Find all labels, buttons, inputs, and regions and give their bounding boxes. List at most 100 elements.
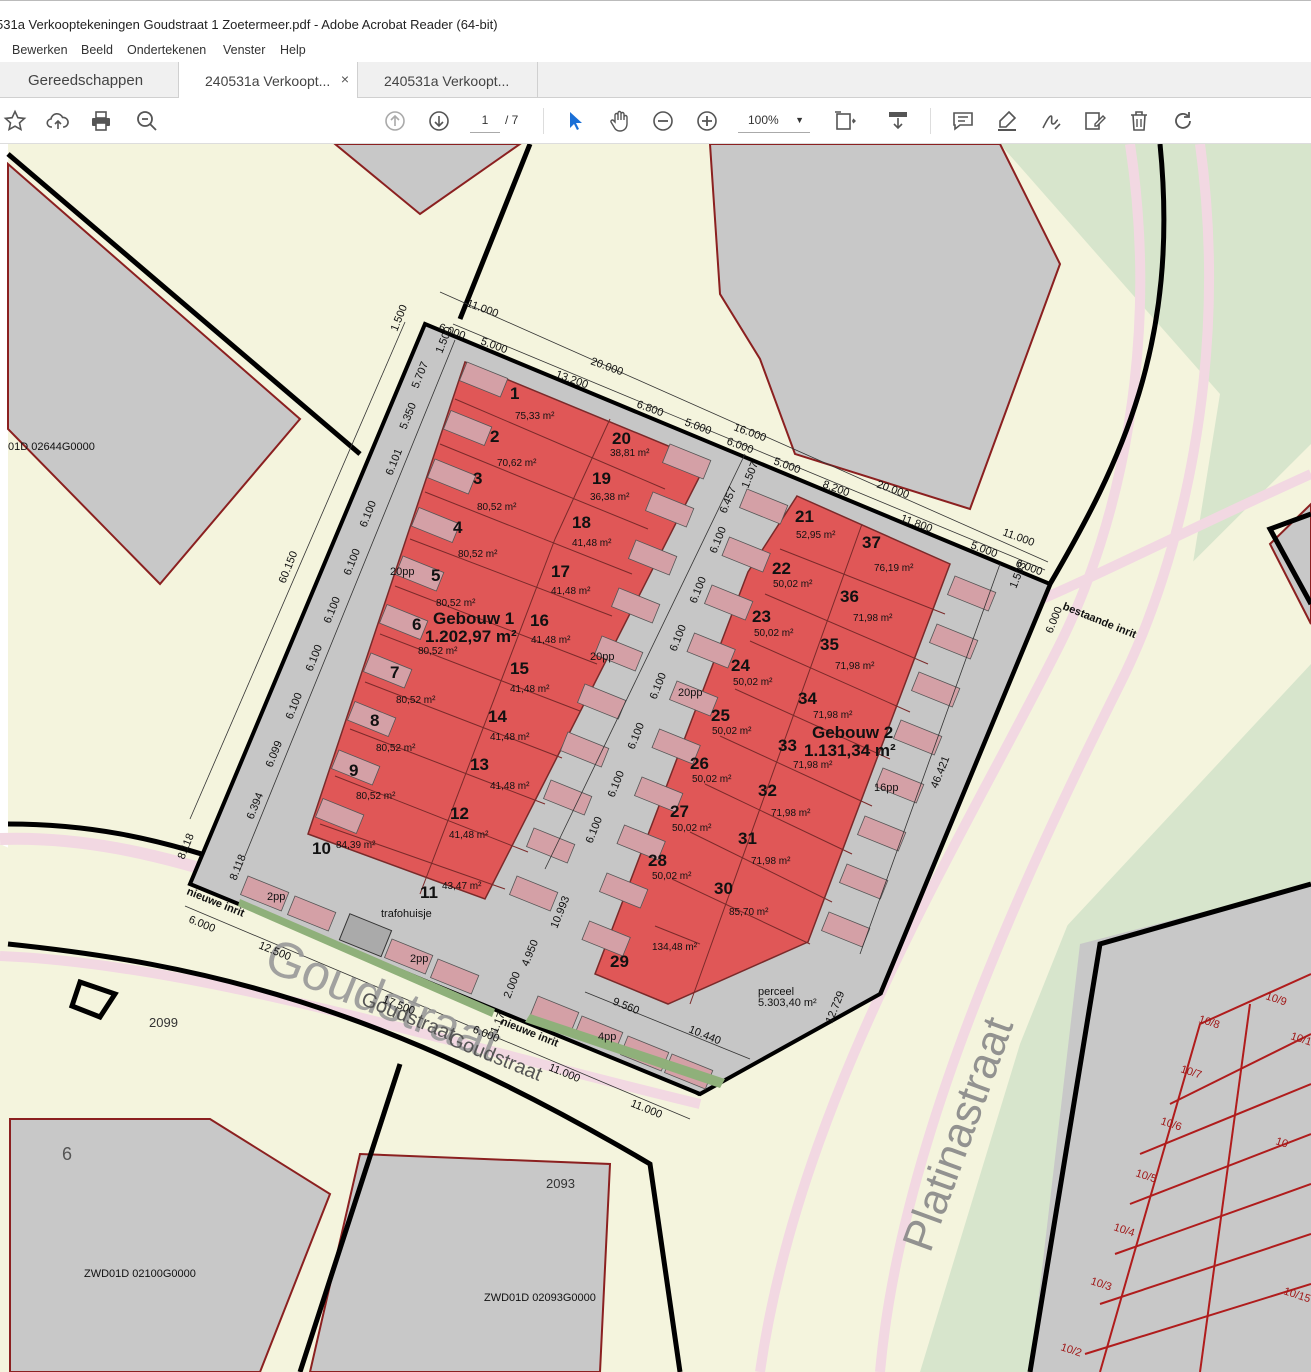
unit-area: 85,70 m²: [729, 907, 769, 918]
house-number: 2099: [149, 1015, 178, 1030]
search-icon[interactable]: [132, 106, 162, 136]
parking-count: 20pp: [390, 566, 414, 578]
unit-area: 80,52 m²: [356, 791, 396, 802]
zoom-in-icon[interactable]: [692, 106, 722, 136]
unit-area: 41,48 m²: [510, 684, 550, 695]
divider: [543, 108, 544, 134]
unit-area: 41,48 m²: [490, 732, 530, 743]
unit-number: 8: [370, 711, 379, 730]
unit-number: 36: [840, 587, 859, 606]
star-icon[interactable]: [0, 106, 30, 136]
unit-number: 32: [758, 781, 777, 800]
comment-icon[interactable]: [948, 106, 978, 136]
page-number-input[interactable]: 1: [470, 108, 500, 133]
chevron-down-icon: ▼: [795, 115, 804, 125]
building-name: Gebouw 2: [812, 723, 893, 742]
upload-cloud-icon[interactable]: [43, 106, 73, 136]
menu-ondertekenen[interactable]: Ondertekenen: [127, 43, 206, 57]
house-number: 2093: [546, 1176, 575, 1191]
unit-number: 21: [795, 507, 814, 526]
unit-number: 17: [551, 562, 570, 581]
unit-area: 41,48 m²: [551, 586, 591, 597]
menu-bewerken[interactable]: Bewerken: [12, 43, 68, 57]
unit-number: 5: [431, 566, 440, 585]
parcel-id: 01D 02644G0000: [8, 441, 95, 453]
zoom-value: 100%: [748, 113, 779, 127]
divider: [930, 108, 931, 134]
scroll-mode-icon[interactable]: [883, 106, 913, 136]
building-name: Gebouw 1: [433, 609, 514, 628]
unit-number: 34: [798, 689, 817, 708]
unit-number: 27: [670, 802, 689, 821]
unit-area: 80,52 m²: [418, 646, 458, 657]
unit-number: 12: [450, 804, 469, 823]
unit-area: 41,48 m²: [490, 781, 530, 792]
unit-number: 18: [572, 513, 591, 532]
unit-area: 41,48 m²: [572, 538, 612, 549]
unit-area: 36,38 m²: [590, 492, 630, 503]
rotate-icon[interactable]: [1168, 106, 1198, 136]
unit-area: 80,52 m²: [396, 695, 436, 706]
unit-area: 134,48 m²: [652, 942, 698, 953]
unit-area: 41,48 m²: [531, 635, 571, 646]
unit-number: 13: [470, 755, 489, 774]
unit-area: 38,81 m²: [610, 448, 650, 459]
perceel-area: 5.303,40 m²: [758, 997, 817, 1009]
menu-venster[interactable]: Venster: [223, 43, 265, 57]
delete-icon[interactable]: [1124, 106, 1154, 136]
tab-document-active[interactable]: 240531a Verkoopt... ×: [178, 62, 358, 99]
tab-document[interactable]: 240531a Verkoopt...: [358, 62, 538, 98]
unit-area: 70,62 m²: [497, 458, 537, 469]
unit-number: 23: [752, 607, 771, 626]
unit-number: 35: [820, 635, 839, 654]
highlight-icon[interactable]: [992, 106, 1022, 136]
zoom-out-icon[interactable]: [648, 106, 678, 136]
unit-number: 26: [690, 754, 709, 773]
zoom-select[interactable]: 100% ▼: [738, 108, 810, 133]
unit-number: 19: [592, 469, 611, 488]
unit-area: 50,02 m²: [692, 774, 732, 785]
unit-number: 7: [390, 663, 399, 682]
unit-number: 25: [711, 706, 730, 725]
unit-number: 15: [510, 659, 529, 678]
unit-number: 31: [738, 829, 757, 848]
edit-icon[interactable]: [1080, 106, 1110, 136]
parking-count: 2pp: [267, 891, 285, 903]
sign-icon[interactable]: [1036, 106, 1066, 136]
toolbar: 1 / 7 100% ▼: [0, 98, 1311, 144]
page-total: / 7: [505, 113, 519, 127]
unit-area: 52,95 m²: [796, 530, 836, 541]
window-titlebar: 531a Verkooptekeningen Goudstraat 1 Zoet…: [0, 0, 1311, 38]
unit-area: 71,98 m²: [751, 856, 791, 867]
unit-area: 80,52 m²: [376, 743, 416, 754]
parcel-id: ZWD01D 02093G0000: [484, 1292, 596, 1304]
unit-number: 28: [648, 851, 667, 870]
unit-number: 29: [610, 952, 629, 971]
unit-area: 71,98 m²: [813, 710, 853, 721]
unit-number: 3: [473, 469, 482, 488]
building-area: 1.131,34 m²: [804, 741, 896, 760]
document-viewport[interactable]: 1 75,33 m² 2 70,62 m² 3 80,52 m² 4 80,52 m² 5 80,…: [0, 144, 1311, 1372]
close-icon[interactable]: ×: [341, 71, 349, 87]
menu-help[interactable]: Help: [280, 43, 306, 57]
unit-number: 37: [862, 533, 881, 552]
unit-area: 84,39 m²: [336, 840, 376, 851]
parking-count: 20pp: [590, 651, 614, 663]
unit-area: 80,52 m²: [436, 598, 476, 609]
page-down-icon[interactable]: [424, 106, 454, 136]
menu-beeld[interactable]: Beeld: [81, 43, 113, 57]
unit-number: 4: [453, 518, 463, 537]
page-up-icon[interactable]: [380, 106, 410, 136]
parcel-id: ZWD01D 02100G0000: [84, 1268, 196, 1280]
unit-area: 80,52 m²: [477, 502, 517, 513]
select-arrow-icon[interactable]: [560, 106, 590, 136]
unit-number: 30: [714, 879, 733, 898]
tab-label: 240531a Verkoopt...: [384, 73, 510, 89]
print-icon[interactable]: [86, 106, 116, 136]
hand-icon[interactable]: [604, 106, 634, 136]
fit-page-icon[interactable]: [830, 106, 860, 136]
tab-gereedschappen[interactable]: Gereedschappen: [0, 62, 178, 98]
unit-number: 6: [412, 615, 421, 634]
unit-area: 71,98 m²: [771, 808, 811, 819]
unit-number: 10: [312, 839, 331, 858]
